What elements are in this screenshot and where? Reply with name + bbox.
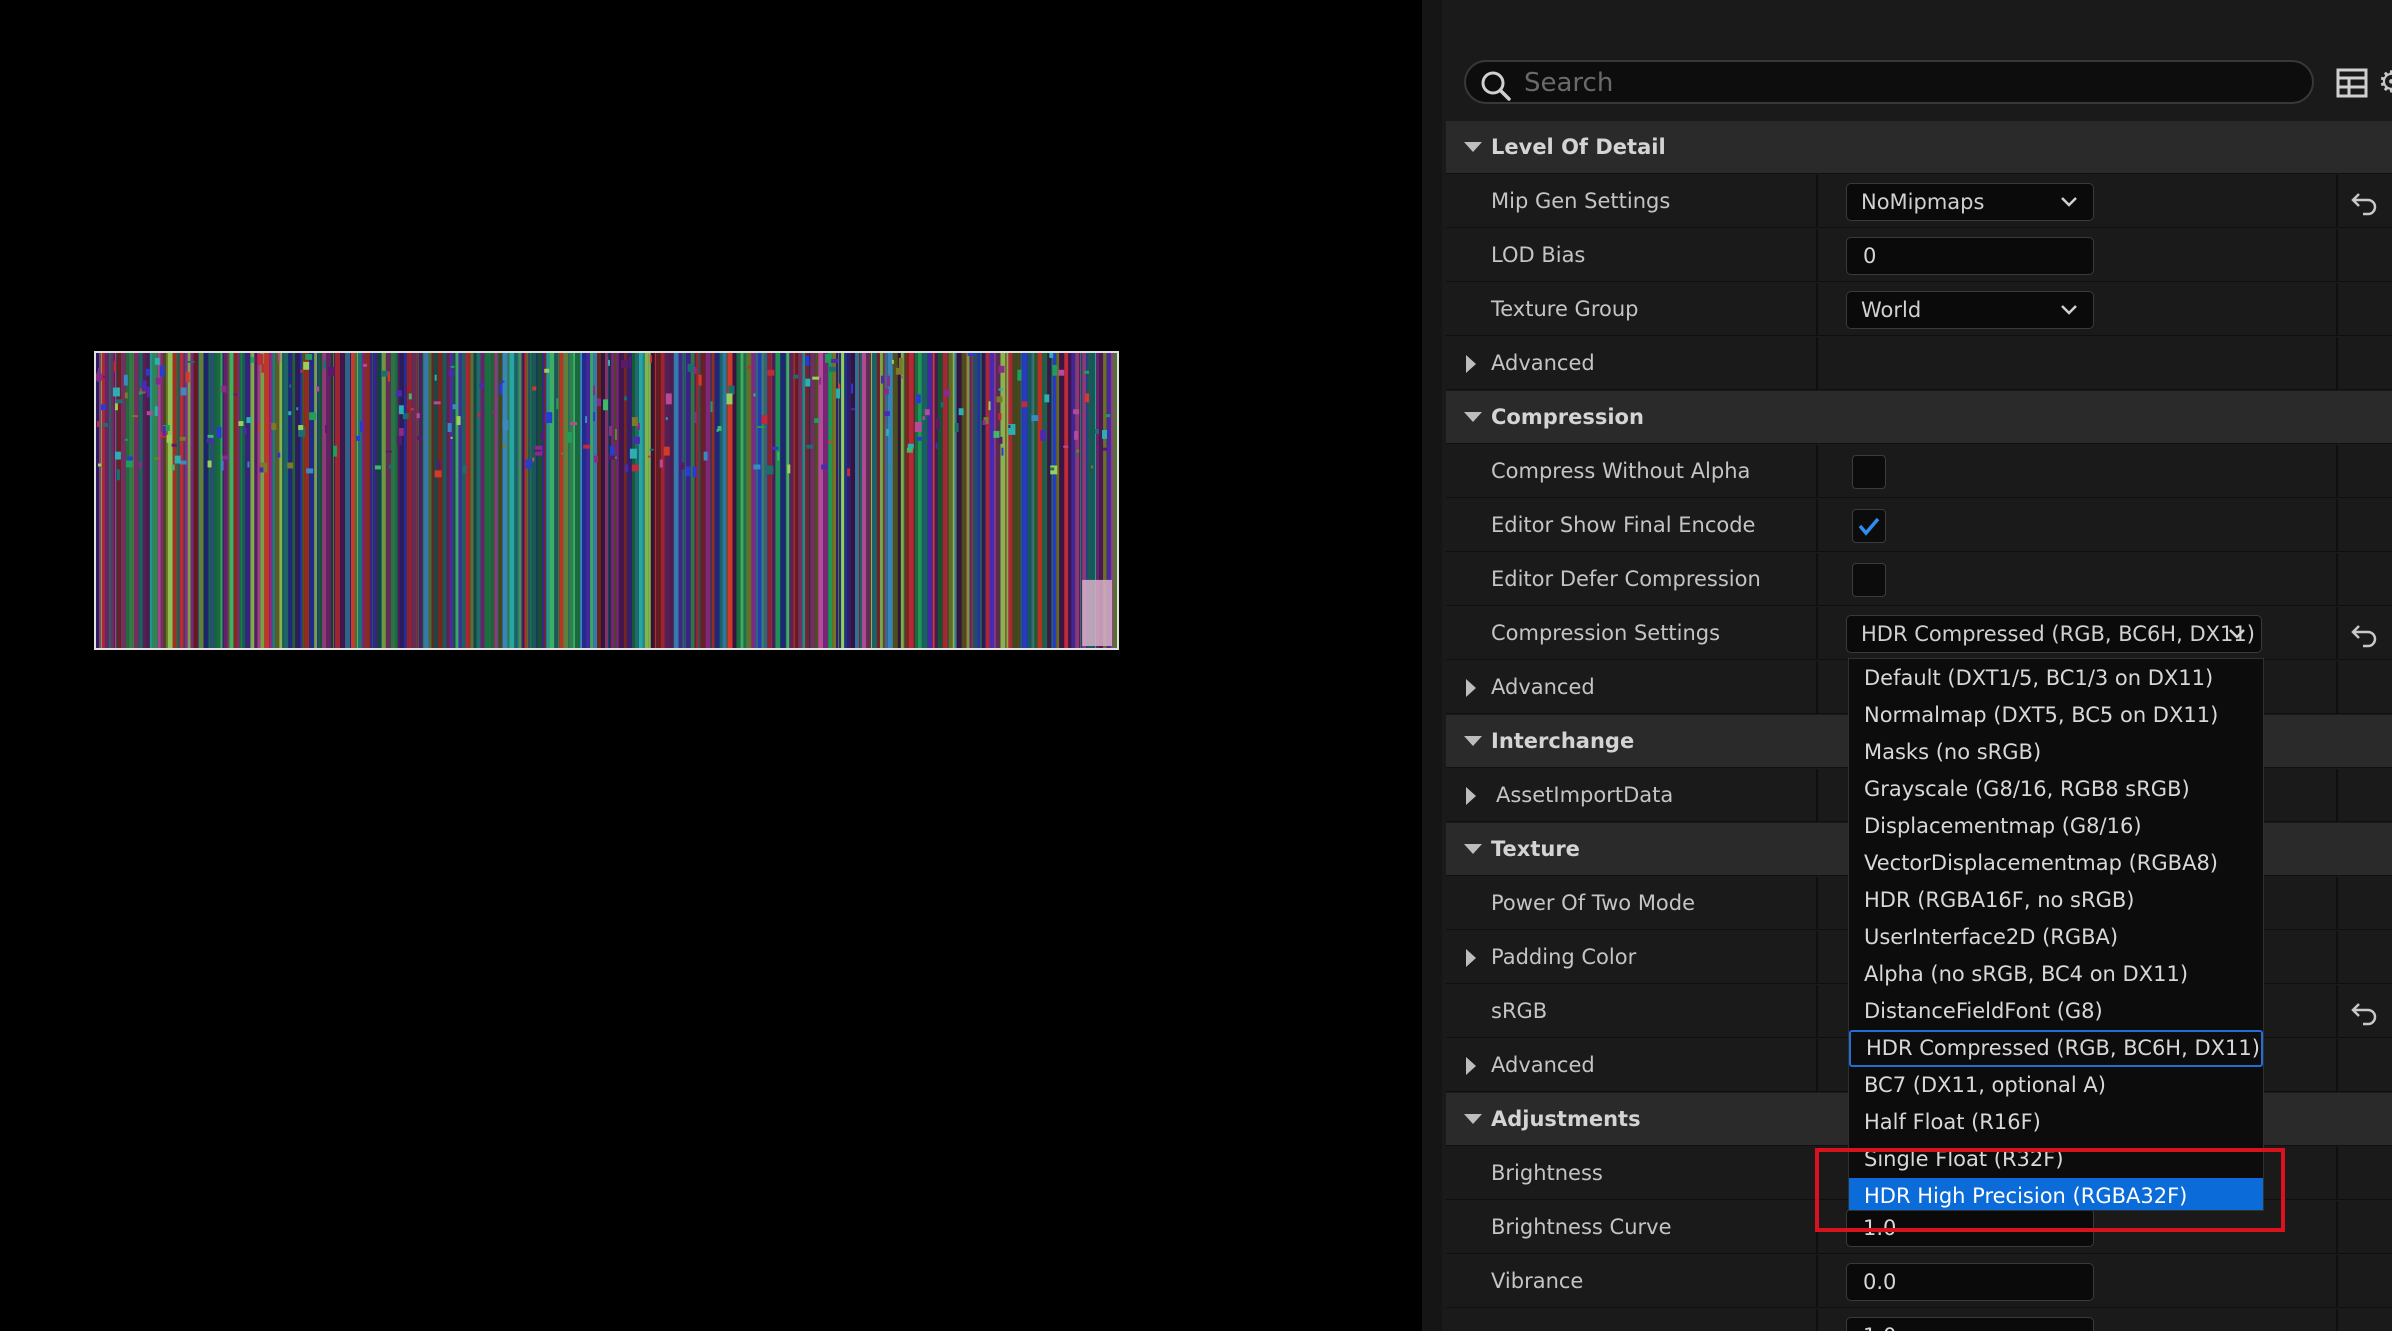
property-editor-defer-compression: Editor Defer Compression — [1446, 553, 2392, 606]
collapse-triangle-icon — [1464, 412, 1482, 422]
compress-without-alpha-checkbox[interactable] — [1852, 455, 1886, 489]
search-icon — [1481, 71, 1511, 101]
reset-arrow-icon[interactable] — [2350, 188, 2378, 216]
expand-triangle-icon — [1466, 355, 1476, 373]
property-mip-gen-settings: Mip Gen Settings NoMipmaps — [1446, 175, 2392, 228]
expand-triangle-icon — [1466, 949, 1476, 967]
dropdown-option[interactable]: Grayscale (G8/16, RGB8 sRGB) — [1849, 771, 2263, 808]
property-label: Texture Group — [1491, 297, 1639, 321]
chevron-down-icon — [2061, 305, 2077, 315]
collapse-triangle-icon — [1464, 736, 1482, 746]
combo-value: HDR Compressed (RGB, BC6H, DX11) — [1861, 622, 2255, 646]
dropdown-option[interactable]: Default (DXT1/5, BC1/3 on DX11) — [1849, 660, 2263, 697]
property-vibrance: Vibrance 0.0 — [1446, 1255, 2392, 1308]
chevron-down-icon — [2229, 629, 2245, 639]
collapse-triangle-icon — [1464, 844, 1482, 854]
texture-group-combo[interactable]: World — [1846, 291, 2094, 329]
dropdown-option[interactable]: Displacementmap (G8/16) — [1849, 808, 2263, 845]
expand-triangle-icon — [1466, 679, 1476, 697]
property-label: Power Of Two Mode — [1491, 891, 1696, 915]
texture-noise-pattern — [96, 353, 1117, 648]
combo-value: World — [1861, 298, 1922, 322]
property-label: Brightness — [1491, 1161, 1603, 1185]
texture-viewport[interactable] — [0, 0, 1422, 1331]
panel-splitter[interactable] — [1422, 0, 1442, 1331]
property-label: Mip Gen Settings — [1491, 189, 1671, 213]
category-title: Level Of Detail — [1491, 135, 1666, 159]
category-title: Interchange — [1491, 729, 1635, 753]
category-title: Adjustments — [1491, 1107, 1641, 1131]
property-compress-without-alpha: Compress Without Alpha — [1446, 445, 2392, 498]
vibrance-input[interactable]: 0.0 — [1846, 1263, 2094, 1301]
subgroup-label: Advanced — [1491, 675, 1595, 699]
combo-value: NoMipmaps — [1861, 190, 1985, 214]
property-texture-group: Texture Group World — [1446, 283, 2392, 336]
dropdown-option[interactable]: HDR Compressed (RGB, BC6H, DX11) — [1849, 1030, 2263, 1067]
lod-bias-input[interactable]: 0 — [1846, 237, 2094, 275]
property-compression-settings: Compression Settings HDR Compressed (RGB… — [1446, 607, 2392, 660]
dropdown-option[interactable]: UserInterface2D (RGBA) — [1849, 919, 2263, 956]
collapse-triangle-icon — [1464, 1114, 1482, 1124]
property-label: Editor Defer Compression — [1491, 567, 1761, 591]
category-title: Compression — [1491, 405, 1644, 429]
subgroup-lod-advanced[interactable]: Advanced — [1446, 337, 2392, 390]
subgroup-label: AssetImportData — [1496, 783, 1674, 807]
annotation-highlight-box — [1815, 1148, 2285, 1232]
editor-show-final-encode-checkbox[interactable] — [1852, 509, 1886, 543]
collapse-triangle-icon — [1464, 142, 1482, 152]
property-partial: 1.0 — [1446, 1309, 2392, 1331]
dropdown-option[interactable]: Normalmap (DXT5, BC5 on DX11) — [1849, 697, 2263, 734]
property-lod-bias: LOD Bias 0 — [1446, 229, 2392, 282]
dropdown-option[interactable]: Half Float (R16F) — [1849, 1104, 2263, 1141]
property-label: sRGB — [1491, 999, 1548, 1023]
dropdown-option[interactable]: VectorDisplacementmap (RGBA8) — [1849, 845, 2263, 882]
property-label: Compress Without Alpha — [1491, 459, 1751, 483]
checkmark-icon — [1858, 517, 1880, 536]
property-label: LOD Bias — [1491, 243, 1586, 267]
dropdown-option[interactable]: Alpha (no sRGB, BC4 on DX11) — [1849, 956, 2263, 993]
property-label: Editor Show Final Encode — [1491, 513, 1756, 537]
category-compression[interactable]: Compression — [1446, 391, 2392, 444]
texture-preview-image — [94, 351, 1119, 650]
settings-icon[interactable]: ⚙ — [2378, 66, 2392, 100]
dropdown-option[interactable]: HDR (RGBA16F, no sRGB) — [1849, 882, 2263, 919]
view-options-icon[interactable] — [2335, 66, 2369, 100]
expand-triangle-icon — [1466, 787, 1476, 805]
compression-settings-dropdown[interactable]: Default (DXT1/5, BC1/3 on DX11) Normalmap… — [1848, 658, 2264, 1211]
property-label: Compression Settings — [1491, 621, 1721, 645]
chevron-down-icon — [2061, 197, 2077, 207]
partial-value-input[interactable]: 1.0 — [1846, 1317, 2094, 1331]
search-box[interactable] — [1464, 60, 2314, 104]
mip-gen-settings-combo[interactable]: NoMipmaps — [1846, 183, 2094, 221]
dropdown-option[interactable]: DistanceFieldFont (G8) — [1849, 993, 2263, 1030]
property-label: Vibrance — [1491, 1269, 1584, 1293]
expand-triangle-icon — [1466, 1057, 1476, 1075]
category-title: Texture — [1491, 837, 1580, 861]
subgroup-label: Advanced — [1491, 351, 1595, 375]
search-input[interactable] — [1522, 66, 2296, 100]
compression-settings-combo[interactable]: HDR Compressed (RGB, BC6H, DX11) — [1846, 615, 2262, 653]
subgroup-label: Advanced — [1491, 1053, 1595, 1077]
editor-defer-compression-checkbox[interactable] — [1852, 563, 1886, 597]
property-editor-show-final-encode: Editor Show Final Encode — [1446, 499, 2392, 552]
property-label: Brightness Curve — [1491, 1215, 1672, 1239]
dropdown-option[interactable]: Masks (no sRGB) — [1849, 734, 2263, 771]
reset-arrow-icon[interactable] — [2350, 998, 2378, 1026]
category-level-of-detail[interactable]: Level Of Detail — [1446, 121, 2392, 174]
subgroup-label: Padding Color — [1491, 945, 1637, 969]
reset-arrow-icon[interactable] — [2350, 620, 2378, 648]
dropdown-option[interactable]: BC7 (DX11, optional A) — [1849, 1067, 2263, 1104]
